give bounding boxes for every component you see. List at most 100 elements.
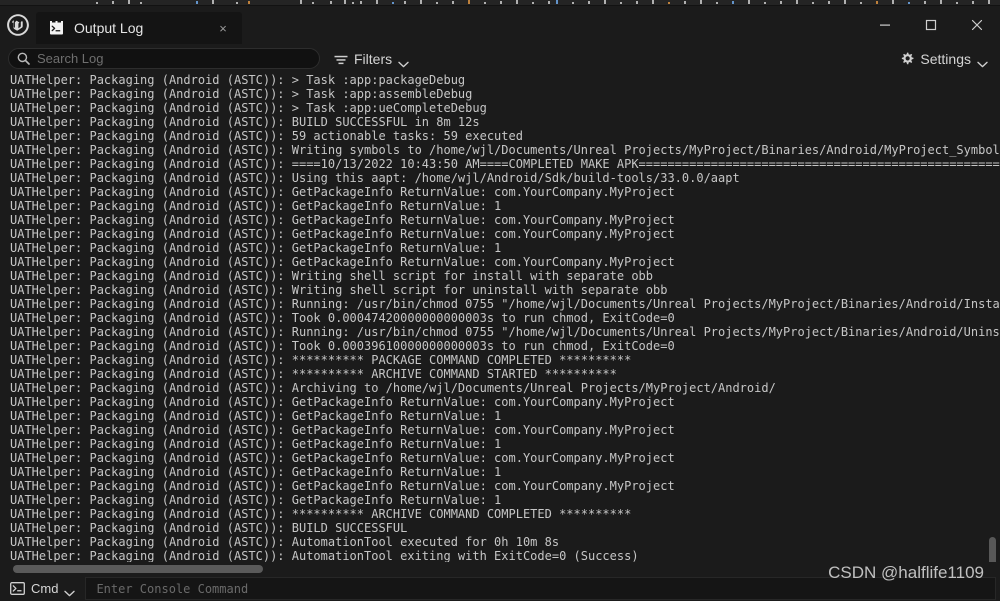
- toolbar-sliver-tick: [668, 2, 670, 4]
- toolbar-sliver-tick: [588, 1, 590, 4]
- toolbar-sliver-tick: [420, 0, 422, 4]
- filters-dropdown[interactable]: Filters: [330, 48, 413, 70]
- toolbar-sliver-tick: [700, 0, 702, 4]
- log-line[interactable]: UATHelper: Packaging (Android (ASTC)): W…: [10, 283, 1000, 297]
- log-line[interactable]: UATHelper: Packaging (Android (ASTC)): *…: [10, 353, 1000, 367]
- minimize-button[interactable]: [862, 10, 908, 40]
- log-line[interactable]: UATHelper: Packaging (Android (ASTC)): B…: [10, 115, 1000, 129]
- log-line[interactable]: UATHelper: Packaging (Android (ASTC)): *…: [10, 367, 1000, 381]
- log-line[interactable]: UATHelper: Packaging (Android (ASTC)): =…: [10, 157, 1000, 171]
- console-input-wrapper[interactable]: [85, 577, 996, 600]
- console-mode-dropdown[interactable]: Cmd: [4, 578, 81, 599]
- log-line[interactable]: UATHelper: Packaging (Android (ASTC)): G…: [10, 185, 1000, 199]
- log-line[interactable]: UATHelper: Packaging (Android (ASTC)): G…: [10, 479, 1000, 493]
- log-line[interactable]: UATHelper: Packaging (Android (ASTC)): G…: [10, 395, 1000, 409]
- log-line[interactable]: UATHelper: Packaging (Android (ASTC)): R…: [10, 297, 1000, 311]
- toolbar-sliver-tick: [128, 0, 130, 4]
- log-line[interactable]: UATHelper: Packaging (Android (ASTC)): G…: [10, 227, 1000, 241]
- gear-icon: [900, 52, 914, 66]
- toolbar-sliver-tick: [988, 0, 990, 4]
- title-bar: Output Log ×: [0, 6, 1000, 44]
- filter-icon: [334, 53, 348, 65]
- log-line[interactable]: UATHelper: Packaging (Android (ASTC)): *…: [10, 507, 1000, 521]
- log-line[interactable]: UATHelper: Packaging (Android (ASTC)): W…: [10, 269, 1000, 283]
- console-bar: Cmd: [0, 576, 1000, 601]
- search-icon: [17, 52, 30, 65]
- toolbar-sliver-tick: [556, 0, 558, 4]
- toolbar-sliver-tick: [484, 2, 486, 4]
- vertical-scrollbar[interactable]: [986, 73, 998, 571]
- window-controls: [862, 6, 1000, 44]
- toolbar-sliver-tick: [236, 2, 238, 4]
- search-log-box[interactable]: [8, 48, 320, 69]
- toolbar-sliver-tick: [924, 1, 926, 4]
- filters-label: Filters: [354, 50, 393, 67]
- log-line[interactable]: UATHelper: Packaging (Android (ASTC)): W…: [10, 143, 1000, 157]
- toolbar-sliver-tick: [404, 1, 406, 4]
- toolbar-sliver-tick: [972, 1, 974, 4]
- log-line[interactable]: UATHelper: Packaging (Android (ASTC)): G…: [10, 199, 1000, 213]
- log-line[interactable]: UATHelper: Packaging (Android (ASTC)): G…: [10, 255, 1000, 269]
- log-line[interactable]: UATHelper: Packaging (Android (ASTC)): A…: [10, 381, 1000, 395]
- search-input[interactable]: [37, 49, 309, 68]
- toolbar-sliver-tick: [312, 2, 314, 4]
- settings-dropdown[interactable]: Settings: [896, 48, 992, 70]
- log-line[interactable]: UATHelper: Packaging (Android (ASTC)): A…: [10, 549, 1000, 562]
- chevron-down-icon: [977, 55, 988, 68]
- log-line[interactable]: UATHelper: Packaging (Android (ASTC)): >…: [10, 101, 1000, 115]
- close-button[interactable]: [954, 10, 1000, 40]
- log-line[interactable]: UATHelper: Packaging (Android (ASTC)): A…: [10, 535, 1000, 549]
- log-line[interactable]: UATHelper: Packaging (Android (ASTC)): G…: [10, 423, 1000, 437]
- toolbar-sliver-tick: [876, 1, 878, 4]
- log-line[interactable]: UATHelper: Packaging (Android (ASTC)): G…: [10, 241, 1000, 255]
- log-line[interactable]: UATHelper: Packaging (Android (ASTC)): G…: [10, 493, 1000, 507]
- toolbar-sliver-tick: [360, 1, 362, 4]
- toolbar-sliver-tick: [452, 1, 454, 4]
- toolbar-sliver-tick: [844, 0, 846, 4]
- toolbar-sliver-tick: [748, 0, 750, 4]
- toolbar-sliver-tick: [500, 1, 502, 4]
- horizontal-scrollbar-thumb[interactable]: [13, 565, 263, 573]
- log-output-area[interactable]: UATHelper: Packaging (Android (ASTC)): >…: [0, 73, 1000, 562]
- toolbar-sliver-tick: [344, 0, 346, 4]
- toolbar-sliver-tick: [392, 2, 394, 4]
- log-line[interactable]: UATHelper: Packaging (Android (ASTC)): G…: [10, 451, 1000, 465]
- settings-label: Settings: [920, 50, 971, 67]
- log-line[interactable]: UATHelper: Packaging (Android (ASTC)): G…: [10, 213, 1000, 227]
- toolbar-sliver-tick: [812, 2, 814, 4]
- log-toolbar: Filters Settings: [0, 44, 1000, 73]
- toolbar-sliver-tick: [620, 2, 622, 4]
- log-line[interactable]: UATHelper: Packaging (Android (ASTC)): B…: [10, 521, 1000, 535]
- console-prompt-icon: [10, 582, 25, 595]
- toolbar-sliver-tick: [330, 1, 332, 4]
- horizontal-scrollbar[interactable]: [0, 562, 1000, 576]
- output-log-icon: [48, 20, 64, 36]
- log-line[interactable]: UATHelper: Packaging (Android (ASTC)): G…: [10, 437, 1000, 451]
- toolbar-sliver-tick: [468, 0, 470, 4]
- log-line[interactable]: UATHelper: Packaging (Android (ASTC)): U…: [10, 171, 1000, 185]
- log-line[interactable]: UATHelper: Packaging (Android (ASTC)): T…: [10, 311, 1000, 325]
- tab-output-log[interactable]: Output Log ×: [36, 12, 242, 44]
- log-line[interactable]: UATHelper: Packaging (Android (ASTC)): >…: [10, 73, 1000, 87]
- log-line[interactable]: UATHelper: Packaging (Android (ASTC)): G…: [10, 409, 1000, 423]
- toolbar-sliver-tick: [652, 0, 654, 4]
- toolbar-sliver-tick: [140, 2, 142, 4]
- unreal-engine-logo: [0, 6, 36, 44]
- log-line[interactable]: UATHelper: Packaging (Android (ASTC)): T…: [10, 339, 1000, 353]
- toolbar-sliver-tick: [716, 2, 718, 4]
- toolbar-sliver-tick: [908, 2, 910, 4]
- toolbar-sliver-tick: [860, 2, 862, 4]
- console-command-input[interactable]: [94, 580, 987, 597]
- log-line[interactable]: UATHelper: Packaging (Android (ASTC)): 5…: [10, 129, 1000, 143]
- close-icon[interactable]: ×: [214, 19, 232, 37]
- toolbar-sliver-tick: [300, 0, 302, 4]
- toolbar-sliver-tick: [196, 1, 198, 4]
- toolbar-sliver-tick: [780, 1, 782, 4]
- chevron-down-icon: [64, 585, 76, 597]
- log-line-list: UATHelper: Packaging (Android (ASTC)): >…: [10, 73, 1000, 562]
- log-line[interactable]: UATHelper: Packaging (Android (ASTC)): >…: [10, 87, 1000, 101]
- toolbar-sliver-tick: [764, 2, 766, 4]
- log-line[interactable]: UATHelper: Packaging (Android (ASTC)): R…: [10, 325, 1000, 339]
- log-line[interactable]: UATHelper: Packaging (Android (ASTC)): G…: [10, 465, 1000, 479]
- maximize-button[interactable]: [908, 10, 954, 40]
